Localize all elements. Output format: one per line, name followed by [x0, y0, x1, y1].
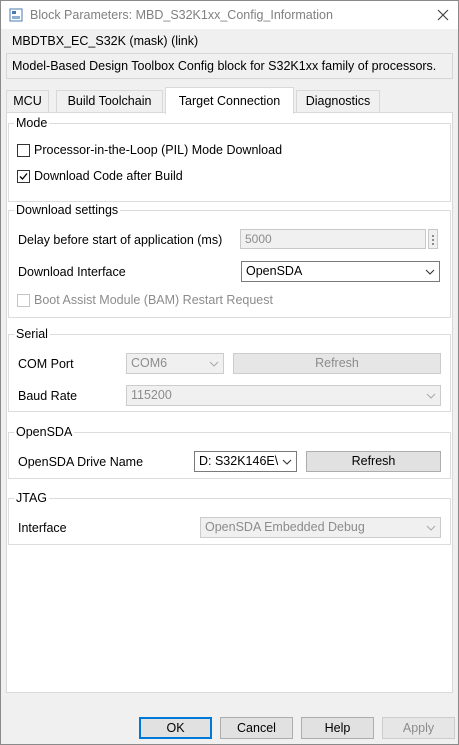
baud-rate-label: Baud Rate [18, 389, 78, 403]
delay-label: Delay before start of application (ms) [18, 233, 223, 247]
ok-button[interactable]: OK [139, 717, 212, 739]
com-port-value: COM6 [131, 356, 168, 370]
title-bar: Block Parameters: MBD_S32K1xx_Config_Inf… [1, 1, 458, 29]
checkmark-icon [19, 173, 28, 180]
group-mode-label: Mode [14, 116, 50, 130]
bam-checkbox[interactable] [17, 294, 30, 307]
description-text: Model-Based Design Toolbox Config block … [12, 59, 437, 73]
jtag-interface-value: OpenSDA Embedded Debug [205, 520, 365, 534]
tab-build-toolchain[interactable]: Build Toolchain [56, 90, 163, 112]
chevron-down-icon [282, 459, 292, 465]
delay-options-button[interactable] [428, 229, 438, 249]
tab-label: MCU [13, 94, 42, 108]
delay-input[interactable]: 5000 [240, 229, 426, 249]
tab-label: Diagnostics [305, 94, 371, 108]
baud-rate-select[interactable]: 115200 [126, 385, 441, 406]
opensda-refresh-button[interactable]: Refresh [306, 451, 441, 472]
serial-refresh-button[interactable]: Refresh [233, 353, 441, 374]
tab-target-connection[interactable]: Target Connection [165, 87, 294, 114]
close-icon [437, 9, 449, 21]
apply-button[interactable]: Apply [382, 717, 455, 739]
tab-diagnostics[interactable]: Diagnostics [296, 90, 380, 112]
group-mode [8, 123, 451, 202]
opensda-drive-label: OpenSDA Drive Name [18, 455, 144, 469]
tab-mcu[interactable]: MCU [6, 90, 49, 112]
dialog-window: Block Parameters: MBD_S32K1xx_Config_Inf… [0, 0, 459, 745]
group-opensda-label: OpenSDA [14, 425, 75, 439]
pil-checkbox[interactable] [17, 144, 30, 157]
cancel-button[interactable]: Cancel [220, 717, 293, 739]
mask-type-label: MBDTBX_EC_S32K (mask) (link) [12, 34, 199, 48]
com-port-label: COM Port [18, 357, 74, 371]
jtag-interface-select[interactable]: OpenSDA Embedded Debug [200, 517, 441, 538]
group-serial-label: Serial [14, 327, 50, 341]
download-interface-label: Download Interface [18, 265, 126, 279]
chevron-down-icon [209, 361, 219, 367]
close-button[interactable] [428, 1, 458, 29]
jtag-interface-label: Interface [18, 521, 67, 535]
download-interface-select[interactable]: OpenSDA [241, 261, 440, 282]
opensda-drive-select[interactable]: D: S32K146E\ [194, 451, 297, 472]
download-after-build-label: Download Code after Build [34, 169, 183, 183]
opensda-drive-value: D: S32K146E\ [199, 454, 279, 468]
download-interface-value: OpenSDA [246, 264, 303, 278]
tab-panel-target-connection: Mode Processor-in-the-Loop (PIL) Mode Do… [6, 112, 453, 693]
group-download-settings-label: Download settings [14, 203, 121, 217]
pil-label: Processor-in-the-Loop (PIL) Mode Downloa… [34, 143, 283, 157]
download-after-build-checkbox[interactable] [17, 170, 30, 183]
group-jtag-label: JTAG [14, 491, 50, 505]
window-title: Block Parameters: MBD_S32K1xx_Config_Inf… [30, 8, 333, 22]
matlab-app-icon [9, 8, 23, 22]
chevron-down-icon [425, 269, 435, 275]
description-box: Model-Based Design Toolbox Config block … [6, 53, 453, 79]
tab-label: Build Toolchain [67, 94, 152, 108]
chevron-down-icon [426, 525, 436, 531]
baud-rate-value: 115200 [131, 388, 172, 402]
tab-label: Target Connection [178, 94, 281, 108]
chevron-down-icon [426, 393, 436, 399]
bam-label: Boot Assist Module (BAM) Restart Request [34, 293, 273, 307]
com-port-select[interactable]: COM6 [126, 353, 224, 374]
help-button[interactable]: Help [301, 717, 374, 739]
